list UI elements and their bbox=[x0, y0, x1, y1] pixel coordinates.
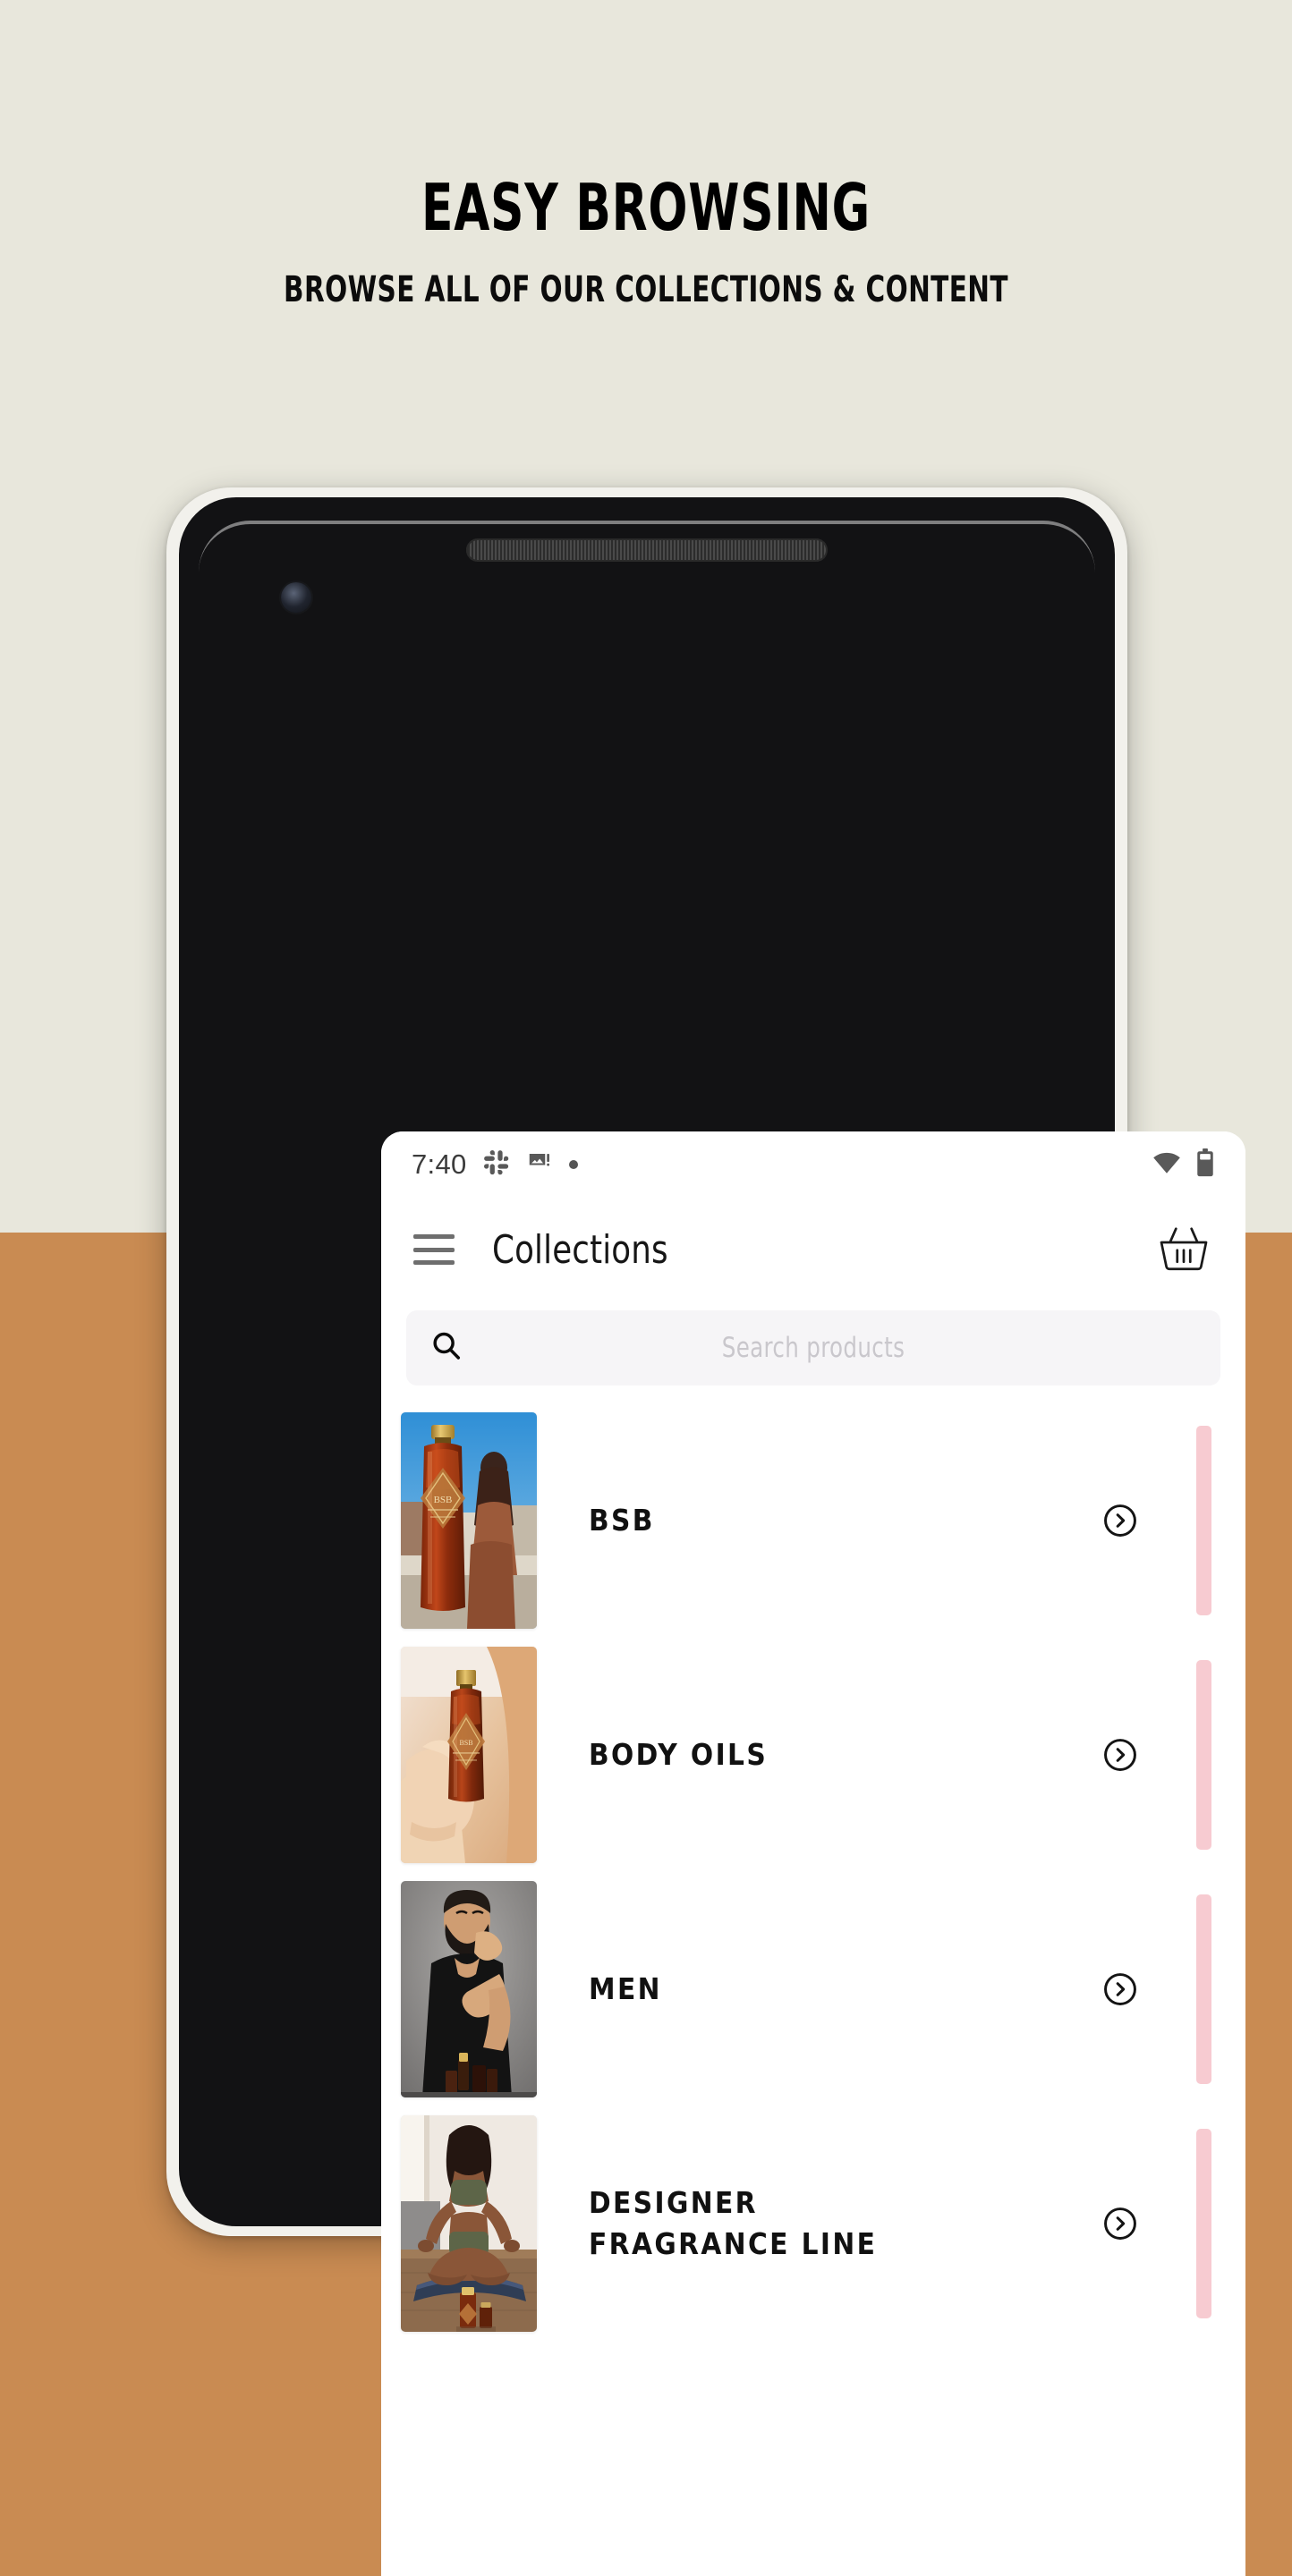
front-camera-icon bbox=[281, 582, 311, 613]
search-placeholder: Search products bbox=[721, 1332, 905, 1364]
collection-thumbnail bbox=[401, 1881, 537, 2097]
accent-bar bbox=[1196, 2129, 1211, 2318]
battery-icon bbox=[1195, 1148, 1215, 1182]
collection-thumbnail bbox=[401, 2115, 537, 2332]
collection-thumbnail: BSB bbox=[401, 1412, 537, 1629]
status-bar-right bbox=[1152, 1148, 1215, 1182]
promo-subheadline: BROWSE ALL OF OUR COLLECTIONS & CONTENT bbox=[284, 269, 1008, 310]
slack-icon bbox=[483, 1149, 510, 1181]
search-icon bbox=[429, 1329, 463, 1368]
status-bar-left: 7:40 bbox=[412, 1148, 578, 1181]
list-item-label: DESIGNER FRAGRANCE LINE bbox=[589, 2185, 878, 2261]
earpiece-speaker bbox=[466, 538, 828, 562]
accent-bar bbox=[1196, 1660, 1211, 1850]
phone-screen: 7:40 Collections Search products BSB BSB… bbox=[381, 1131, 1245, 2576]
chevron-right-circle-icon[interactable] bbox=[1101, 1970, 1140, 2009]
list-item-label: BSB bbox=[589, 1503, 655, 1538]
collection-thumbnail: BSB bbox=[401, 1647, 537, 1863]
phone-mockup: 7:40 Collections Search products BSB BSB… bbox=[166, 487, 1245, 2576]
broken-image-icon bbox=[526, 1149, 553, 1181]
list-item[interactable]: DESIGNER FRAGRANCE LINE bbox=[381, 2106, 1245, 2341]
shopping-basket-icon[interactable] bbox=[1152, 1220, 1215, 1279]
wifi-icon bbox=[1152, 1151, 1181, 1179]
accent-bar bbox=[1196, 1894, 1211, 2084]
promo-text-block: EASY BROWSING BROWSE ALL OF OUR COLLECTI… bbox=[0, 175, 1292, 308]
app-bar: Collections bbox=[381, 1198, 1245, 1301]
page-title: Collections bbox=[492, 1226, 668, 1273]
collections-list: BSB BSB BSB BODY OILS MEN DESIGNER FRAGR… bbox=[381, 1385, 1245, 2341]
accent-bar bbox=[1196, 1426, 1211, 1615]
list-item[interactable]: BSB BSB bbox=[381, 1403, 1245, 1638]
notification-dot-icon bbox=[568, 1160, 578, 1169]
hamburger-menu-icon[interactable] bbox=[413, 1234, 455, 1265]
promo-headline: EASY BROWSING bbox=[421, 170, 871, 245]
phone-top-glint bbox=[199, 521, 1095, 628]
status-bar-clock: 7:40 bbox=[412, 1148, 467, 1180]
status-bar: 7:40 bbox=[381, 1131, 1245, 1198]
list-item-label: MEN bbox=[589, 1971, 662, 2007]
list-item[interactable]: MEN bbox=[381, 1872, 1245, 2106]
list-item-label: BODY OILS bbox=[589, 1737, 769, 1773]
search-input[interactable]: Search products bbox=[406, 1310, 1220, 1385]
svg-text:BSB: BSB bbox=[434, 1495, 453, 1505]
svg-text:BSB: BSB bbox=[459, 1739, 472, 1747]
list-item[interactable]: BSB BODY OILS bbox=[381, 1638, 1245, 1872]
chevron-right-circle-icon[interactable] bbox=[1101, 1735, 1140, 1775]
chevron-right-circle-icon[interactable] bbox=[1101, 2204, 1140, 2243]
promo-screenshot: EASY BROWSING BROWSE ALL OF OUR COLLECTI… bbox=[0, 0, 1292, 2576]
search-section: Search products bbox=[381, 1301, 1245, 1385]
chevron-right-circle-icon[interactable] bbox=[1101, 1501, 1140, 1540]
